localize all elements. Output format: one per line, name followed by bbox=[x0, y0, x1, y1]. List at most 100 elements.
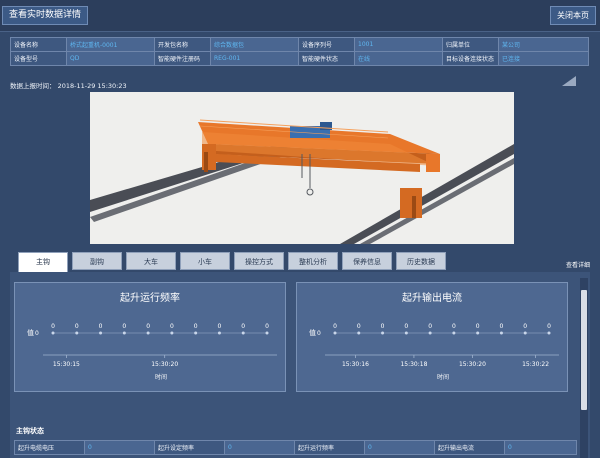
info-label: 目标设备连接状态 bbox=[442, 51, 499, 66]
data-point bbox=[265, 331, 269, 335]
data-point bbox=[547, 331, 551, 335]
tab-trolley[interactable]: 小车 bbox=[180, 252, 230, 270]
data-label: 0 bbox=[218, 323, 222, 330]
scrollbar-thumb[interactable] bbox=[581, 290, 587, 410]
data-point bbox=[146, 331, 150, 335]
x-axis-label: 时间 bbox=[155, 373, 167, 381]
status-table: 起升电缆电压 0 起升设定频率 0 起升运行频率 0 起升输出电流 0 bbox=[14, 440, 577, 455]
tab-aux-hook[interactable]: 副钩 bbox=[72, 252, 122, 270]
info-label: 归属单位 bbox=[442, 37, 499, 52]
data-label: 0 bbox=[452, 323, 456, 330]
y-tick-label: 0 bbox=[317, 330, 321, 337]
scrollbar[interactable] bbox=[580, 278, 588, 458]
tab-control-mode[interactable]: 操控方式 bbox=[234, 252, 284, 270]
status-value: 0 bbox=[504, 440, 577, 455]
data-label: 0 bbox=[476, 323, 480, 330]
data-point bbox=[452, 331, 456, 335]
chart-hoist-frequency: 起升运行频率 值 0 0 0 0 0 0 0 0 0 0 0 15:30:15 15:30:20 时间 bbox=[14, 282, 286, 392]
data-point bbox=[381, 331, 385, 335]
crane-illustration bbox=[90, 92, 514, 244]
data-point bbox=[217, 331, 221, 335]
tab-history[interactable]: 历史数据 bbox=[396, 252, 446, 270]
view-detail-link[interactable]: 查看详细 bbox=[566, 260, 590, 269]
view-realtime-details-button[interactable]: 查看实时数据详情 bbox=[2, 6, 89, 25]
chart-hoist-current: 起升输出电流 值 0 0 0 0 0 0 0 0 0 0 0 15:30:16 15:30:18 15:30… bbox=[296, 282, 568, 392]
status-label: 起升运行频率 bbox=[294, 440, 365, 455]
data-label: 0 bbox=[428, 323, 432, 330]
data-point bbox=[122, 331, 126, 335]
x-tick-label: 15:30:16 bbox=[342, 361, 369, 368]
info-row: 设备名称 桥式起重机-0001 开发包名称 综合数据包 设备序列号 1001 归… bbox=[10, 37, 589, 52]
tab-maintenance[interactable]: 保养信息 bbox=[342, 252, 392, 270]
x-tick-label: 15:30:18 bbox=[400, 361, 427, 368]
info-label: 设备名称 bbox=[10, 37, 67, 52]
corner-triangle-icon bbox=[562, 76, 576, 86]
tab-bar: 主钩 副钩 大车 小车 操控方式 整机分析 保养信息 历史数据 bbox=[16, 252, 586, 272]
tab-main-hook[interactable]: 主钩 bbox=[18, 252, 68, 272]
data-point bbox=[99, 331, 103, 335]
device-info-table: 设备名称 桥式起重机-0001 开发包名称 综合数据包 设备序列号 1001 归… bbox=[10, 37, 589, 66]
data-point bbox=[51, 331, 55, 335]
x-tick-label: 15:30:15 bbox=[53, 361, 80, 368]
data-point bbox=[523, 331, 527, 335]
y-axis-label: 值 bbox=[27, 328, 34, 337]
data-label: 0 bbox=[265, 323, 269, 330]
tab-bridge[interactable]: 大车 bbox=[126, 252, 176, 270]
info-label: 设备序列号 bbox=[298, 37, 355, 52]
data-point bbox=[75, 331, 79, 335]
info-value-link[interactable]: 综合数据包 bbox=[210, 37, 299, 52]
close-page-button[interactable]: 关闭本页 bbox=[550, 6, 596, 25]
data-point bbox=[476, 331, 480, 335]
data-label: 0 bbox=[241, 323, 245, 330]
data-label: 0 bbox=[404, 323, 408, 330]
data-label: 0 bbox=[146, 323, 150, 330]
info-value-link[interactable]: 桥式起重机-0001 bbox=[66, 37, 155, 52]
chart-plot: 值 00 0 0 0 0 0 0 0 0 015:30:15 15:30:20时间 bbox=[27, 323, 277, 381]
data-label: 0 bbox=[99, 323, 103, 330]
status-label: 起升电缆电压 bbox=[14, 440, 85, 455]
info-label: 设备型号 bbox=[10, 51, 67, 66]
status-value: 0 bbox=[364, 440, 435, 455]
y-axis-label: 值 bbox=[309, 328, 316, 337]
data-point bbox=[241, 331, 245, 335]
data-point bbox=[404, 331, 408, 335]
info-value-link[interactable]: QD bbox=[66, 51, 155, 66]
data-label: 0 bbox=[500, 323, 504, 330]
chart-plot: 值 00 0 0 0 0 0 0 0 0 015:30:16 15:30:18 15:30:20 15:3… bbox=[309, 323, 559, 381]
report-time-label: 数据上报时间： bbox=[10, 82, 56, 90]
data-label: 0 bbox=[194, 323, 198, 330]
y-tick-label: 0 bbox=[35, 330, 39, 337]
report-time: 数据上报时间： 2018-11-29 15:30:23 bbox=[10, 80, 127, 90]
data-label: 0 bbox=[51, 323, 55, 330]
info-label: 开发包名称 bbox=[154, 37, 211, 52]
data-label: 0 bbox=[122, 323, 126, 330]
status-value: 0 bbox=[224, 440, 295, 455]
data-label: 0 bbox=[333, 323, 337, 330]
crane-image bbox=[90, 92, 514, 244]
info-label: 智能硬件状态 bbox=[298, 51, 355, 66]
info-value-link[interactable]: 某公司 bbox=[498, 37, 589, 52]
data-label: 0 bbox=[170, 323, 174, 330]
x-tick-label: 15:30:20 bbox=[151, 361, 178, 368]
info-label: 智能硬件注册码 bbox=[154, 51, 211, 66]
status-label: 起升设定频率 bbox=[154, 440, 225, 455]
data-label: 0 bbox=[523, 323, 527, 330]
data-point bbox=[357, 331, 361, 335]
info-value-link[interactable]: 已连接 bbox=[498, 51, 589, 66]
status-row: 起升电缆电压 0 起升设定频率 0 起升运行频率 0 起升输出电流 0 bbox=[14, 440, 577, 455]
data-point bbox=[194, 331, 198, 335]
report-time-value: 2018-11-29 15:30:23 bbox=[57, 82, 127, 90]
data-point bbox=[333, 331, 337, 335]
section-title: 主钩状态 bbox=[16, 427, 44, 435]
x-tick-label: 15:30:22 bbox=[522, 361, 549, 368]
data-point bbox=[170, 331, 174, 335]
data-label: 0 bbox=[75, 323, 79, 330]
info-value-link[interactable]: REG-001 bbox=[210, 51, 299, 66]
data-point bbox=[428, 331, 432, 335]
info-value-link[interactable]: 在线 bbox=[354, 51, 443, 66]
top-bar: 查看实时数据详情 关闭本页 bbox=[0, 0, 600, 32]
tab-machine-analysis[interactable]: 整机分析 bbox=[288, 252, 338, 270]
data-point bbox=[499, 331, 503, 335]
info-value-link[interactable]: 1001 bbox=[354, 37, 443, 52]
data-label: 0 bbox=[381, 323, 385, 330]
